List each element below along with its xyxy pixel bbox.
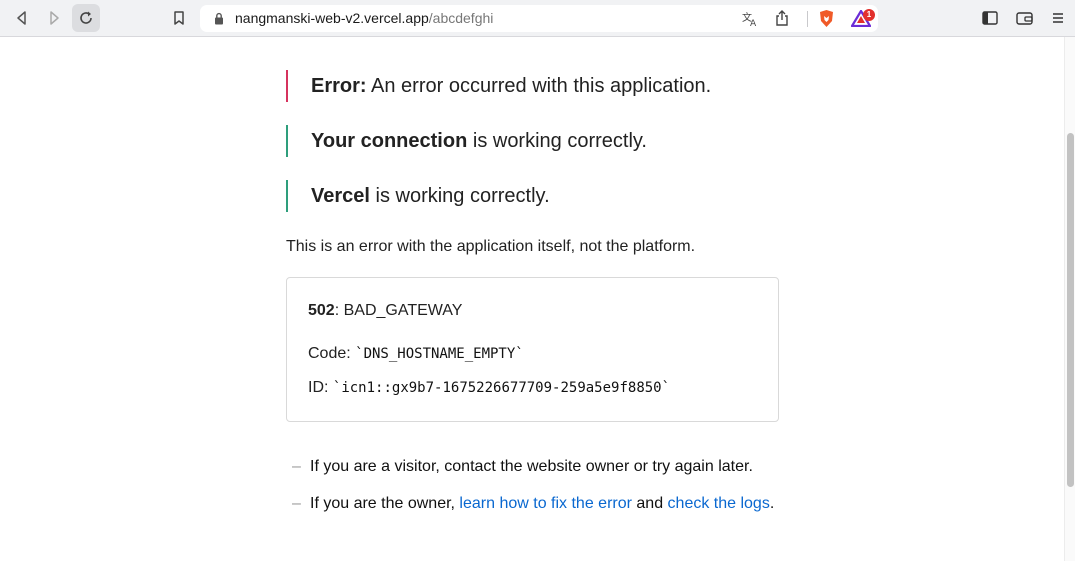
list-dash: – [292, 458, 301, 475]
status-text: An error occurred with this application. [366, 75, 712, 97]
status-vercel: Vercel is working correctly. [286, 180, 550, 212]
browser-toolbar: nangmanski-web-v2.vercel.app/abcdefghi 文… [0, 0, 1075, 37]
forward-icon [50, 11, 59, 25]
scrollbar-thumb[interactable] [1067, 133, 1074, 487]
fix-error-link[interactable]: learn how to fix the error [459, 495, 632, 512]
status-connection: Your connection is working correctly. [286, 125, 647, 157]
bookmark-button[interactable] [165, 4, 193, 32]
error-code-value: `DNS_HOSTNAME_EMPTY` [355, 346, 524, 362]
reload-button[interactable] [72, 4, 100, 32]
url-separator [807, 11, 808, 27]
url-path: /abcdefghi [428, 10, 494, 26]
back-button[interactable] [8, 4, 36, 32]
rewards-badge: 1 [863, 9, 875, 21]
main-menu-button[interactable] [1044, 4, 1072, 32]
status-label: Your connection [311, 130, 468, 152]
reload-icon [80, 11, 92, 24]
help-visitor-text: If you are a visitor, contact the websit… [310, 458, 753, 475]
help-visitor: – If you are a visitor, contact the websi… [292, 458, 753, 476]
lock-icon [215, 12, 223, 25]
back-icon [17, 11, 26, 25]
sidebar-icon [982, 11, 998, 25]
help-owner: – If you are the owner, learn how to fix … [292, 495, 774, 513]
status-text: is working correctly. [467, 130, 647, 152]
list-dash: – [292, 495, 301, 512]
error-code-label: Code: [308, 345, 356, 362]
status-text: is working correctly. [369, 185, 550, 207]
sidebar-toggle-button[interactable] [976, 4, 1004, 32]
platform-note: This is an error with the application it… [286, 238, 696, 255]
svg-text:A: A [750, 19, 757, 27]
error-status-name: : BAD_GATEWAY [334, 302, 463, 319]
error-details-box: 502: BAD_GATEWAY Code: `DNS_HOSTNAME_EMP… [286, 277, 779, 422]
bookmark-icon [174, 11, 184, 25]
status-error: Error: An error occurred with this appli… [286, 70, 711, 102]
error-code: Code: `DNS_HOSTNAME_EMPTY` [308, 345, 524, 363]
status-label: Vercel [311, 185, 370, 207]
address-bar[interactable]: nangmanski-web-v2.vercel.app/abcdefghi 文… [200, 5, 878, 32]
check-logs-link[interactable]: check the logs [668, 495, 770, 512]
help-period: . [769, 495, 775, 512]
error-id: ID: `icn1::gx9b7-1675226677709-259a5e9f8… [308, 379, 670, 397]
translate-icon[interactable]: 文A [742, 11, 758, 27]
brave-shield-icon[interactable] [818, 9, 835, 28]
share-icon[interactable] [775, 10, 789, 27]
help-owner-prefix: If you are the owner, [310, 495, 460, 512]
error-status-code: 502 [308, 302, 335, 319]
status-label: Error: [311, 75, 367, 97]
url-host: nangmanski-web-v2.vercel.app [235, 10, 429, 26]
wallet-button[interactable] [1010, 4, 1038, 32]
forward-button[interactable] [40, 4, 68, 32]
vertical-scrollbar[interactable] [1064, 37, 1075, 561]
error-id-value: `icn1::gx9b7-1675226677709-259a5e9f8850` [332, 380, 671, 396]
wallet-icon [1015, 12, 1033, 25]
error-status: 502: BAD_GATEWAY [308, 302, 462, 320]
url-text: nangmanski-web-v2.vercel.app/abcdefghi [235, 10, 493, 26]
error-id-label: ID: [308, 379, 333, 396]
help-and: and [631, 495, 668, 512]
menu-icon [1053, 13, 1063, 23]
